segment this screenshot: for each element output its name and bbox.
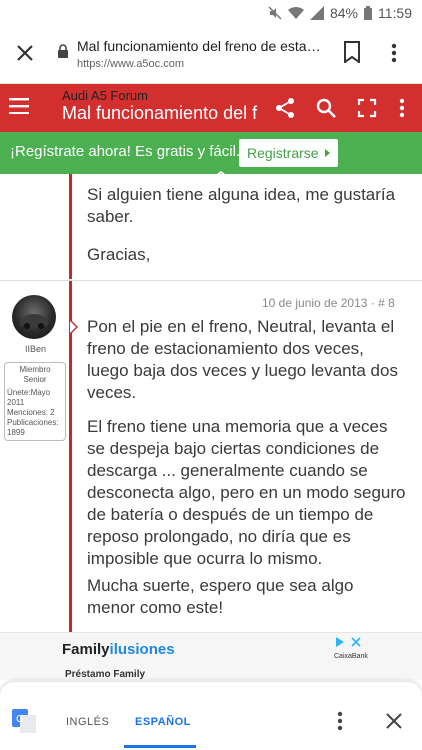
menu-icon[interactable] (390, 42, 398, 64)
hamburger-menu-icon[interactable] (9, 98, 29, 114)
lock-icon (58, 44, 68, 58)
posts-content: Si alguien tiene alguna idea, me gustarí… (0, 174, 422, 632)
site-name[interactable]: Audi A5 Forum (62, 88, 148, 103)
post-date[interactable]: 10 de junio de 2013 · # 8 (262, 296, 395, 310)
page-title[interactable]: Mal funcionamiento del freno de estacio.… (77, 38, 327, 54)
post-paragraph: Si alguien tiene alguna idea, me gustarí… (87, 185, 396, 226)
registration-banner: ¡Regístrate ahora! Es gratis y fácil. Re… (0, 132, 422, 181)
signal-icon (309, 6, 324, 20)
car-avatar-icon (20, 314, 48, 329)
search-icon[interactable] (315, 97, 337, 119)
translate-bar: G INGLÉS ESPAÑOL (0, 682, 422, 750)
ad-info-icon[interactable] (334, 636, 346, 648)
ad-controls (334, 636, 362, 648)
ad-brand-part1: Family (62, 641, 110, 658)
caret-right-icon (324, 149, 330, 157)
share-icon[interactable] (274, 97, 296, 119)
user-posts: Publicaciones: 1899 (7, 418, 59, 437)
battery-icon (364, 6, 372, 20)
close-translate-icon[interactable] (385, 712, 403, 730)
user-mentions: Menciones: 2 (7, 408, 55, 417)
mute-icon (268, 6, 282, 20)
status-icons: 84% (268, 5, 372, 21)
avatar[interactable] (12, 295, 56, 339)
ad-sponsor: CaixaBank (334, 653, 368, 660)
ad-brand: Familyilusiones (62, 641, 175, 658)
bookmark-icon[interactable] (343, 41, 361, 63)
user-info-box: Miembro Senior Únete:Mayo 2011 Menciones… (4, 362, 66, 441)
post-paragraph: Gracias, (87, 245, 151, 264)
ad-subtitle: Préstamo Family (65, 669, 146, 680)
ad-banner[interactable]: Familyilusiones Préstamo Family CaixaBan… (0, 632, 422, 680)
register-button-label: Registrarse (247, 145, 319, 161)
translate-more-icon[interactable] (336, 710, 344, 732)
fullscreen-icon[interactable] (356, 97, 378, 119)
post-paragraph: El freno tiene una memoria que a veces s… (87, 417, 406, 568)
tab-target-language[interactable]: ESPAÑOL (135, 716, 191, 728)
username[interactable]: IIBen (25, 344, 46, 354)
banner-text: ¡Regístrate ahora! Es gratis y fácil. (10, 143, 241, 160)
google-translate-icon: G (12, 709, 36, 733)
user-rank: Miembro Senior (19, 365, 51, 384)
ad-brand-part2: ilusiones (109, 641, 175, 658)
post-pointer-inner (70, 321, 76, 333)
forum-header: Audi A5 Forum Mal funcionamiento del f (0, 84, 422, 132)
battery-percent: 84% (329, 5, 358, 21)
post-accent-line (69, 174, 72, 279)
user-joined: Únete:Mayo 2011 (7, 388, 51, 407)
more-options-icon[interactable] (398, 97, 406, 119)
selected-tab-indicator (124, 745, 196, 748)
register-button[interactable]: Registrarse (239, 139, 338, 167)
clock: 11:59 (378, 5, 412, 21)
post-paragraph: Mucha suerte, espero que sea algo menor … (87, 576, 354, 617)
ad-close-icon[interactable] (350, 636, 362, 648)
page-url[interactable]: https://www.a5oc.com (77, 58, 184, 70)
close-tab-icon[interactable] (14, 42, 36, 64)
wifi-icon (287, 6, 304, 20)
status-bar: 84% 11:59 (0, 0, 422, 26)
thread-title: Mal funcionamiento del f (62, 103, 258, 123)
svg-text:G: G (16, 714, 24, 725)
browser-toolbar: Mal funcionamiento del freno de estacio.… (0, 26, 422, 84)
post-divider (0, 280, 422, 281)
tab-source-language[interactable]: INGLÉS (66, 716, 109, 728)
post-paragraph: Pon el pie en el freno, Neutral, levanta… (87, 317, 398, 402)
